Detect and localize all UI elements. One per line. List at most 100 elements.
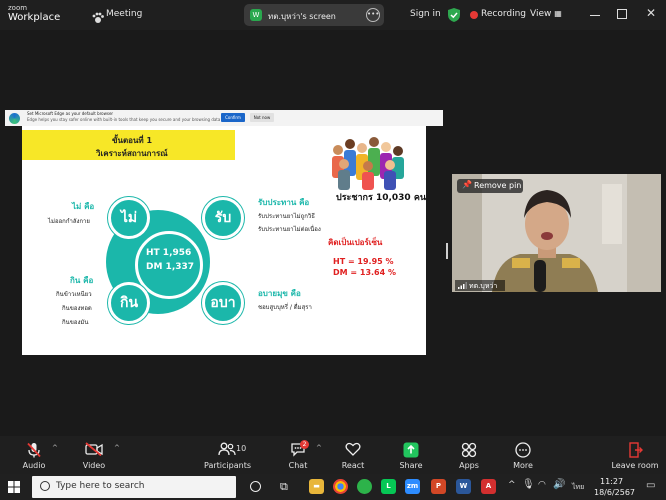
line-icon[interactable]: L <box>381 479 396 494</box>
chat-label: Chat <box>288 461 308 470</box>
section-abayamuk-title: อบายมุข คือ <box>258 289 301 298</box>
brand-workplace: Workplace <box>8 12 61 23</box>
wifi-icon[interactable]: ◠ <box>538 480 546 490</box>
task-view-icon[interactable]: ⧉ <box>280 480 288 494</box>
ht-percent: HT = 19.95 % <box>333 257 394 266</box>
video-button[interactable]: Video <box>74 436 114 474</box>
chat-unread-badge: 2 <box>300 440 309 449</box>
edge-confirm-button[interactable]: Confirm <box>221 113 245 122</box>
share-button[interactable]: Share <box>392 436 430 474</box>
chat-button[interactable]: Chat <box>280 436 316 474</box>
center-ht-value: HT 1,956 <box>146 248 192 258</box>
audio-label: Audio <box>22 461 46 470</box>
edge-default-browser-bar: Set Microsoft Edge as your default brows… <box>5 110 443 126</box>
section-mai-item: ไม่ออกกำลังกาย <box>48 218 90 225</box>
participants-button[interactable]: Participants <box>204 436 251 474</box>
clock-time[interactable]: 11:27 <box>600 477 623 486</box>
heart-icon <box>345 442 361 456</box>
participant-name-tag: ทต.บุหว่า <box>455 280 505 291</box>
search-icon <box>40 481 50 491</box>
participant-name-label: ทต.บุหว่า <box>469 282 498 290</box>
video-off-icon <box>85 442 103 456</box>
sign-in-button[interactable]: Sign in <box>410 9 441 19</box>
leave-room-button[interactable]: Leave room <box>610 436 660 474</box>
brand-zoom: zoom <box>8 4 28 12</box>
population-text: ประชากร 10,030 คน <box>336 193 426 203</box>
input-language[interactable]: ไทย <box>572 482 584 493</box>
video-label: Video <box>82 461 106 470</box>
cortana-icon[interactable] <box>250 481 261 492</box>
meeting-controls-bar: Audio ^ Video ^ Participants Chat ^ Reac… <box>0 436 666 474</box>
apps-button[interactable]: Apps <box>450 436 488 474</box>
clock-date[interactable]: 18/6/2567 <box>594 488 635 497</box>
windows-taskbar: Type here to search ⧉ ▬ L zm P W A ^ 🎙 ◠… <box>0 474 666 500</box>
pinned-video-tile[interactable]: 📌 Remove pin ทต.บุหว่า <box>452 174 661 292</box>
slide-header-band: ขั้นตอนที่ 1 วิเคราะห์สถานการณ์ <box>22 130 235 160</box>
remove-pin-button[interactable]: 📌 Remove pin <box>457 179 523 193</box>
more-button[interactable]: More <box>504 436 542 474</box>
edge-logo-icon <box>9 113 20 124</box>
section-kin-item: กินของทอด <box>62 305 92 312</box>
chrome-alt-icon[interactable] <box>357 479 372 494</box>
audio-options-caret[interactable]: ^ <box>52 444 58 452</box>
leave-room-label: Leave room <box>611 461 659 470</box>
microphone-tray-icon[interactable]: 🎙 <box>522 479 535 490</box>
more-icon <box>515 442 531 458</box>
dm-percent: DM = 13.64 % <box>333 268 396 277</box>
percent-label: คิดเป็นเปอร์เซ็น <box>328 238 383 247</box>
remove-pin-label: Remove pin <box>474 181 522 190</box>
minimize-icon[interactable] <box>590 15 600 16</box>
search-placeholder: Type here to search <box>56 481 145 491</box>
node-abayamuk: อบา <box>202 282 244 324</box>
apps-icon <box>461 442 477 458</box>
zoom-app-icon[interactable]: zm <box>405 479 420 494</box>
participants-count: 10 <box>236 444 247 453</box>
acrobat-icon[interactable]: A <box>481 479 496 494</box>
tray-chevron-icon[interactable]: ^ <box>508 480 516 490</box>
apps-label: Apps <box>459 461 479 470</box>
screen-owner-label: ทต.บุหว่า's screen <box>268 12 336 21</box>
chat-options-caret[interactable]: ^ <box>316 444 322 452</box>
crowd-illustration <box>328 132 408 190</box>
node-mai: ไม่ <box>108 197 150 239</box>
share-label: Share <box>399 461 423 470</box>
zoom-title-bar: zoom Workplace Meeting W ทต.บุหว่า's scr… <box>0 0 666 30</box>
section-rap-title: รับประทาน คือ <box>258 198 310 207</box>
taskbar-search-box[interactable]: Type here to search <box>32 476 236 498</box>
audio-button[interactable]: Audio <box>14 436 54 474</box>
shield-check-icon[interactable] <box>448 7 460 22</box>
recording-indicator[interactable]: Recording <box>481 9 526 19</box>
section-abayamuk-item: ชอบสูบบุหรี่ / ดื่มสุรา <box>258 304 312 311</box>
react-label: React <box>341 461 365 470</box>
screen-share-indicator[interactable]: W ทต.บุหว่า's screen ••• <box>244 4 384 26</box>
step-label: ขั้นตอนที่ 1 <box>112 136 153 145</box>
leave-room-icon <box>629 442 643 458</box>
word-app-badge: W <box>250 9 262 21</box>
muted-mic-icon <box>27 442 41 458</box>
volume-icon[interactable]: 🔊 <box>553 479 565 490</box>
notifications-icon[interactable]: ▭ <box>646 480 655 491</box>
center-dm-value: DM 1,337 <box>146 262 195 272</box>
ellipsis-icon[interactable]: ••• <box>366 8 380 22</box>
word-icon[interactable]: W <box>456 479 471 494</box>
chrome-icon[interactable] <box>333 479 348 494</box>
panel-resize-handle[interactable] <box>446 243 448 259</box>
recording-dot-icon <box>470 11 478 19</box>
windows-start-icon[interactable] <box>8 481 20 493</box>
video-options-caret[interactable]: ^ <box>114 444 120 452</box>
view-menu-button[interactable]: View ▦ <box>530 9 562 19</box>
powerpoint-icon[interactable]: P <box>431 479 446 494</box>
shared-slide: ขั้นตอนที่ 1 วิเคราะห์สถานการณ์ HT 1,956… <box>22 126 426 355</box>
react-button[interactable]: React <box>334 436 372 474</box>
section-mai-title: ไม่ คือ <box>72 202 95 211</box>
more-label: More <box>513 461 533 470</box>
file-explorer-icon[interactable]: ▬ <box>309 479 324 494</box>
close-icon[interactable]: ✕ <box>646 6 656 20</box>
meeting-menu-button[interactable]: Meeting <box>106 9 142 19</box>
view-label: View <box>530 9 552 19</box>
edge-not-now-button[interactable]: Not now <box>250 113 274 122</box>
analysis-label: วิเคราะห์สถานการณ์ <box>96 149 168 158</box>
pin-icon: 📌 <box>462 180 472 189</box>
participants-icon <box>218 442 236 456</box>
maximize-icon[interactable] <box>617 9 627 19</box>
